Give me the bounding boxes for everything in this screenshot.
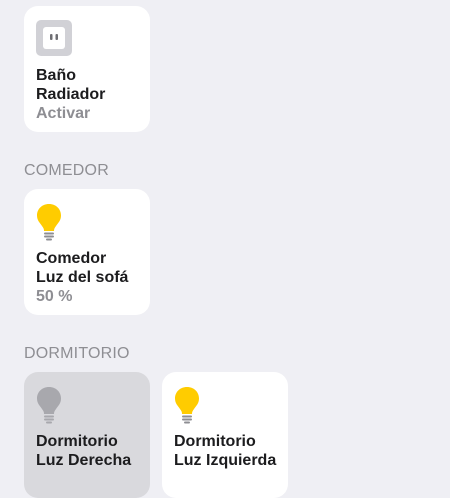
accessory-room-label: Baño [36, 67, 76, 84]
accessory-tile-dormitorio-luz-izquierda[interactable]: Dormitorio Luz Izquierda [162, 372, 288, 498]
accessory-name: Dormitorio Luz Izquierda [174, 432, 276, 470]
section-header-comedor: COMEDOR [24, 162, 109, 179]
section-header-dormitorio: DORMITORIO [24, 345, 130, 362]
accessory-name-label: Radiador [36, 86, 106, 103]
lightbulb-icon [36, 386, 72, 426]
accessory-status: Activar [36, 105, 91, 122]
accessory-name: Comedor Luz del sofá [36, 249, 128, 287]
accessory-tile-dormitorio-luz-derecha[interactable]: Dormitorio Luz Derecha [24, 372, 150, 498]
accessory-name-label: Luz Izquierda [174, 452, 277, 469]
accessory-name-label: Luz Derecha [36, 452, 132, 469]
lightbulb-icon [36, 203, 72, 243]
outlet-icon [36, 20, 72, 60]
accessory-tile-bano-radiador[interactable]: Baño Radiador Activar [24, 6, 150, 132]
accessory-status: 50 % [36, 288, 73, 305]
accessory-tile-comedor-luz-sofa[interactable]: Comedor Luz del sofá 50 % [24, 189, 150, 315]
accessory-room-label: Dormitorio [174, 433, 256, 450]
accessory-room-label: Dormitorio [36, 433, 118, 450]
accessory-name-label: Luz del sofá [36, 269, 129, 286]
accessory-name: Baño Radiador [36, 66, 105, 104]
accessory-name: Dormitorio Luz Derecha [36, 432, 131, 470]
accessory-room-label: Comedor [36, 250, 107, 267]
lightbulb-icon [174, 386, 210, 426]
